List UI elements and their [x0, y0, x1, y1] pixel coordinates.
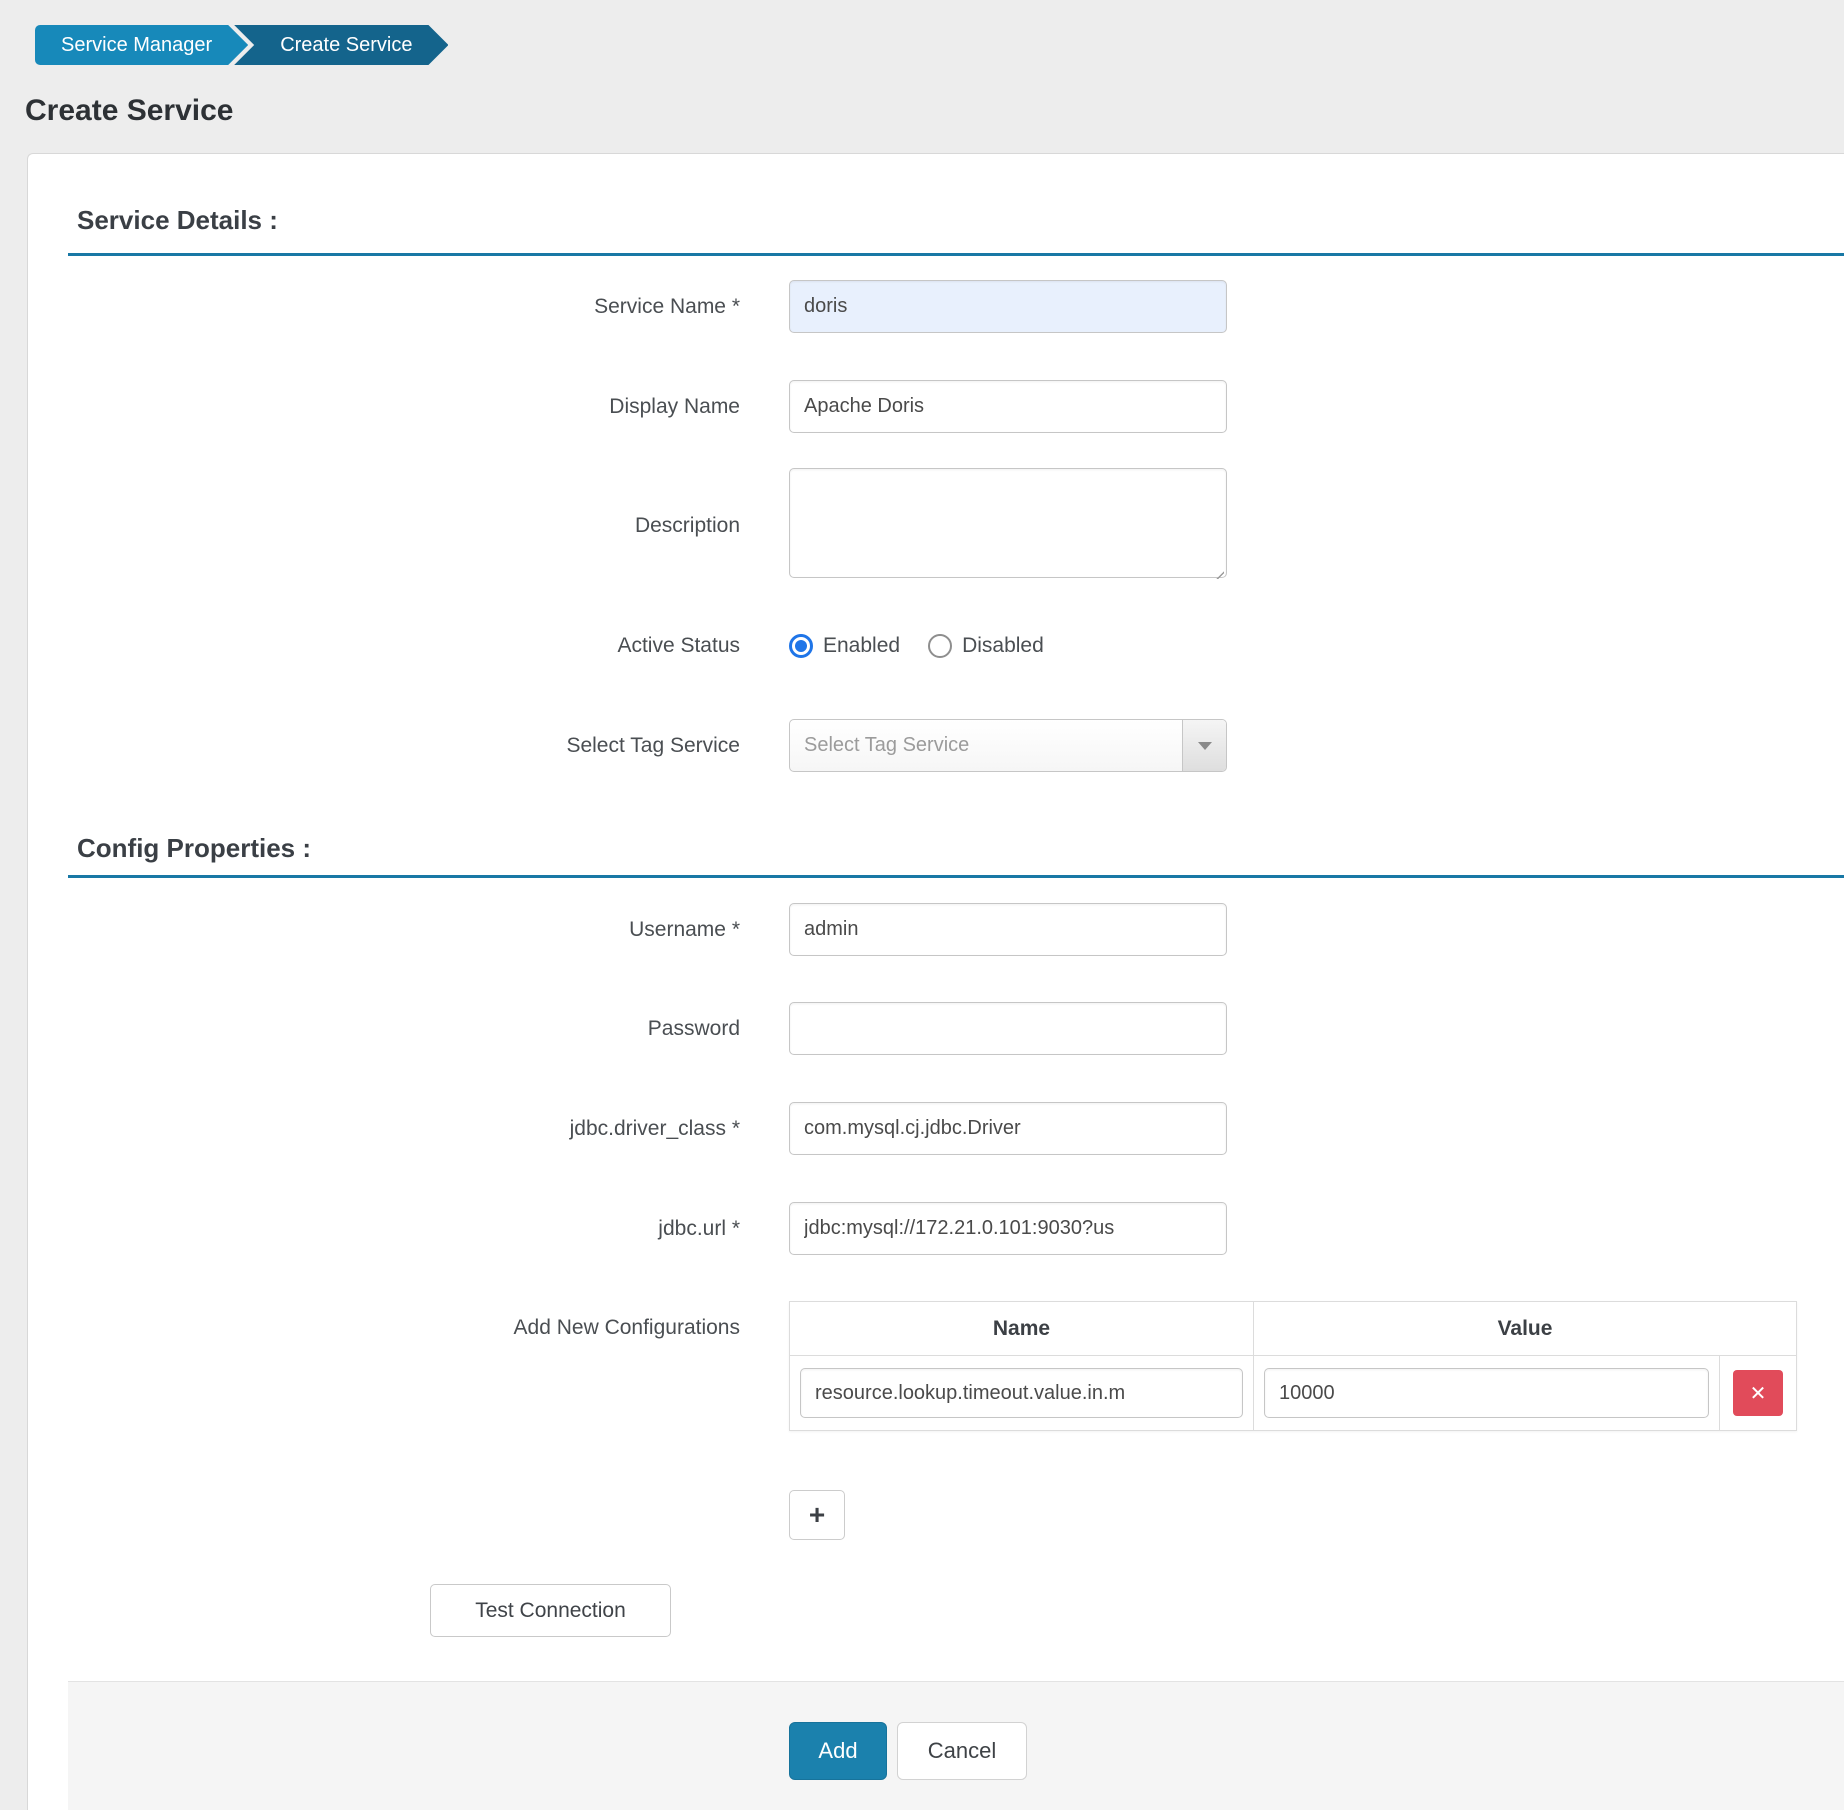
config-properties-divider: [68, 875, 1844, 878]
close-icon: ✕: [1750, 1381, 1767, 1406]
active-status-label: Active Status: [0, 634, 740, 658]
active-status-disabled-option[interactable]: Disabled: [928, 634, 1044, 658]
display-name-label: Display Name: [0, 395, 740, 419]
service-name-row: Service Name *: [0, 280, 1844, 333]
jdbc-driver-class-row: jdbc.driver_class *: [0, 1102, 1844, 1155]
configuration-row: ✕: [790, 1356, 1797, 1431]
jdbc-url-row: jdbc.url *: [0, 1202, 1844, 1255]
dropdown-arrow-button[interactable]: [1182, 720, 1226, 771]
tag-service-select[interactable]: Select Tag Service: [789, 719, 1227, 772]
add-new-configurations-row: Add New Configurations Name Value: [0, 1301, 1844, 1431]
description-label: Description: [0, 514, 740, 538]
radio-selected-icon[interactable]: [789, 634, 813, 658]
active-status-enabled-option[interactable]: Enabled: [789, 634, 900, 658]
configurations-header-row: Name Value: [790, 1302, 1797, 1356]
radio-unselected-icon[interactable]: [928, 634, 952, 658]
breadcrumb-create-service[interactable]: Create Service: [234, 25, 448, 65]
breadcrumb-service-manager[interactable]: Service Manager: [35, 25, 248, 65]
description-textarea[interactable]: [789, 468, 1227, 578]
password-row: Password: [0, 1002, 1844, 1055]
create-service-page: Service Manager Create Service Create Se…: [0, 0, 1844, 1810]
service-details-divider: [68, 253, 1844, 256]
add-config-row-button[interactable]: +: [789, 1490, 845, 1540]
config-name-column-header: Name: [790, 1302, 1254, 1356]
jdbc-url-input[interactable]: [789, 1202, 1227, 1255]
username-label: Username *: [0, 918, 740, 942]
breadcrumb: Service Manager Create Service: [35, 25, 448, 65]
enabled-option-label: Enabled: [823, 634, 900, 658]
service-name-label: Service Name *: [0, 295, 740, 319]
password-label: Password: [0, 1017, 740, 1041]
cancel-button[interactable]: Cancel: [897, 1722, 1027, 1780]
configurations-table: Name Value ✕: [789, 1301, 1797, 1431]
config-value-column-header: Value: [1254, 1302, 1797, 1356]
delete-config-row-button[interactable]: ✕: [1733, 1370, 1783, 1416]
test-connection-button[interactable]: Test Connection: [430, 1584, 671, 1637]
jdbc-driver-class-label: jdbc.driver_class *: [0, 1117, 740, 1141]
config-name-input[interactable]: [800, 1368, 1243, 1418]
chevron-down-icon: [1198, 742, 1212, 750]
display-name-input[interactable]: [789, 380, 1227, 433]
tag-service-row: Select Tag Service Select Tag Service: [0, 719, 1844, 772]
username-row: Username *: [0, 903, 1844, 956]
add-new-configurations-label: Add New Configurations: [0, 1301, 740, 1355]
add-button[interactable]: Add: [789, 1722, 887, 1780]
password-input[interactable]: [789, 1002, 1227, 1055]
jdbc-url-label: jdbc.url *: [0, 1217, 740, 1241]
display-name-row: Display Name: [0, 380, 1844, 433]
plus-icon: +: [809, 1499, 825, 1531]
description-row: Description: [0, 468, 1844, 583]
service-details-heading: Service Details :: [77, 205, 278, 236]
config-properties-heading: Config Properties :: [77, 833, 311, 864]
active-status-row: Active Status Enabled Disabled: [0, 619, 1844, 672]
tag-service-label: Select Tag Service: [0, 734, 740, 758]
config-value-input[interactable]: [1264, 1368, 1709, 1418]
page-title: Create Service: [25, 94, 233, 128]
tag-service-placeholder: Select Tag Service: [790, 720, 1182, 771]
service-name-input[interactable]: [789, 280, 1227, 333]
disabled-option-label: Disabled: [962, 634, 1044, 658]
username-input[interactable]: [789, 903, 1227, 956]
jdbc-driver-class-input[interactable]: [789, 1102, 1227, 1155]
